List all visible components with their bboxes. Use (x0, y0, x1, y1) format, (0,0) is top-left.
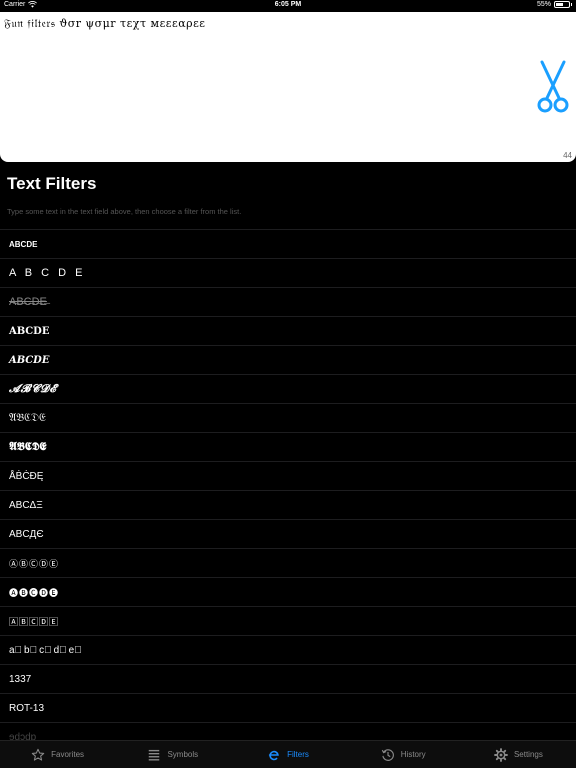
section-title: Text Filters (7, 174, 97, 193)
filter-row[interactable]: ABCDE (0, 229, 576, 258)
tab-settings[interactable]: Settings (461, 741, 576, 768)
tab-label: History (400, 750, 426, 759)
tab-symbols[interactable]: Symbols (115, 741, 230, 768)
filter-row[interactable]: 𝔄𝔅ℭ𝔇𝔈 (0, 403, 576, 432)
tab-label: Filters (287, 750, 309, 759)
status-time: 6:05 PM (274, 1, 302, 8)
text-input-field[interactable]: 𝔉𝔲𝔫 𝔣𝔦𝔩𝔱𝔢𝔯𝔰 ϑσr ψσμr τεχτ мεεεαρεε (4, 17, 206, 31)
battery-nub (571, 3, 572, 6)
history-icon (381, 748, 394, 761)
filter-list[interactable]: ABCDE A B C D E A̶B̶C̶D̶E̶ 𝐀𝐁𝐂𝐃𝐄 𝑨𝑩𝑪𝑫𝑬 𝓐… (0, 229, 576, 740)
filter-row[interactable]: ABCΔΞ (0, 490, 576, 519)
filter-row[interactable]: a⃞b⃞c⃞d⃞e⃞ (0, 635, 576, 664)
filter-row[interactable]: ABCДЄ (0, 519, 576, 548)
filter-row[interactable]: 𝕬𝕭𝕮𝕯𝕰 (0, 432, 576, 461)
battery-fill (556, 3, 563, 6)
text-input-panel[interactable]: 𝔉𝔲𝔫 𝔣𝔦𝔩𝔱𝔢𝔯𝔰 ϑσr ψσμr τεχτ мεεεαρεε 44 (0, 12, 576, 162)
star-icon (31, 748, 45, 761)
filter-row[interactable]: ɘdɔdɒ (0, 722, 576, 740)
filter-row[interactable]: ROT-13 (0, 693, 576, 722)
battery-percent: 55% (536, 1, 551, 8)
status-bar: Carrier 6:05 PM 55% (0, 0, 576, 12)
filter-row[interactable]: 1337 (0, 664, 576, 693)
filter-row[interactable]: 𝑨𝑩𝑪𝑫𝑬 (0, 345, 576, 374)
tab-favorites[interactable]: Favorites (0, 741, 115, 768)
tab-label: Settings (513, 750, 543, 759)
filter-row[interactable]: A B C D E (0, 258, 576, 287)
scissors-icon[interactable] (537, 60, 569, 114)
tab-label: Favorites (51, 750, 85, 759)
instruction-hint: Type some text in the text field above, … (7, 207, 242, 216)
filter-row[interactable]: ÅḂĊĐĘ (0, 461, 576, 490)
tab-filters[interactable]: Filters (230, 741, 345, 768)
filter-row[interactable]: 🄰🄱🄲🄳🄴 (0, 606, 576, 635)
tab-label: Symbols (167, 750, 199, 759)
tab-history[interactable]: History (346, 741, 461, 768)
battery-icon (554, 1, 570, 8)
char-count: 44 (563, 151, 572, 160)
filter-row[interactable]: 𝐀𝐁𝐂𝐃𝐄 (0, 316, 576, 345)
list-icon (149, 749, 160, 761)
filter-icon (268, 750, 279, 760)
filter-row[interactable]: 𝓐𝓑𝓒𝓓𝓔 (0, 374, 576, 403)
filter-row[interactable]: 🅐🅑🅒🅓🅔 (0, 577, 576, 606)
filter-row[interactable]: ⒶⒷⒸⒹⒺ (0, 548, 576, 577)
gear-icon (494, 747, 508, 762)
tab-bar: Favorites Symbols Filters History Settin… (0, 740, 576, 768)
filter-row[interactable]: A̶B̶C̶D̶E̶ (0, 287, 576, 316)
status-right: 55% (537, 1, 572, 8)
